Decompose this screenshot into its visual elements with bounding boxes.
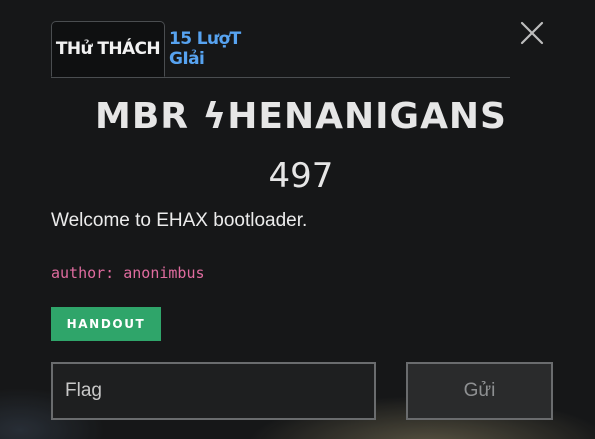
tab-challenge-label: THử THÁCH [55, 39, 161, 59]
challenge-points: 497 [268, 156, 334, 196]
tab-solves-label: 15 LượT GIải [169, 28, 241, 69]
tab-challenge[interactable]: THử THÁCH [51, 21, 165, 77]
tab-bar: THử THÁCH 15 LượT GIải [51, 21, 510, 78]
challenge-modal: THử THÁCH 15 LượT GIải MBR ϟHENANIGANS 4… [0, 0, 595, 439]
challenge-title: MBR ϟHENANIGANS [95, 96, 507, 137]
challenge-description: Welcome to EHAX bootloader. [51, 210, 308, 231]
tab-solves[interactable]: 15 LượT GIải [169, 21, 281, 76]
submit-button[interactable]: Gửi [406, 362, 553, 420]
close-button[interactable] [518, 19, 546, 47]
handout-button[interactable]: HANDOUT [51, 307, 161, 341]
flag-input[interactable] [51, 362, 376, 420]
close-icon [520, 21, 544, 45]
challenge-author: author: anonimbus [51, 264, 205, 282]
